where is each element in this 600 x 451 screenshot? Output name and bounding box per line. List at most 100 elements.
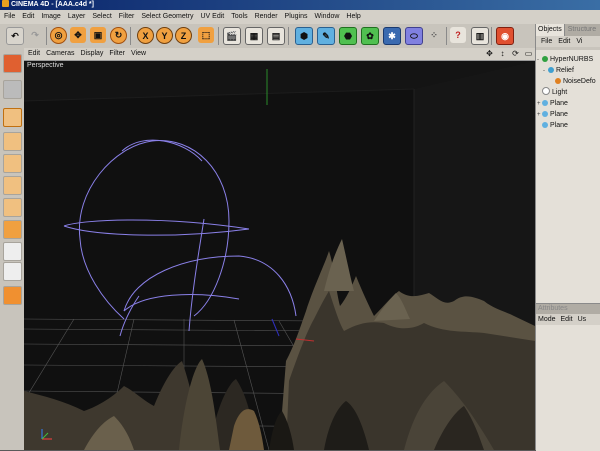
attr-menu-edit[interactable]: Edit bbox=[561, 314, 576, 325]
attr-menu-user[interactable]: Us bbox=[578, 314, 590, 325]
zoom-icon[interactable]: ↕ bbox=[498, 49, 507, 58]
object-name: Plane bbox=[550, 100, 568, 107]
hypernurbs-icon bbox=[542, 56, 548, 62]
menu-tools[interactable]: Tools bbox=[227, 10, 250, 24]
noise-deformer-icon bbox=[555, 78, 561, 84]
vp-menu-view[interactable]: View bbox=[128, 48, 149, 60]
obj-menu-view[interactable]: Vi bbox=[573, 36, 585, 47]
menu-edit[interactable]: Edit bbox=[18, 10, 37, 24]
rotate-icon[interactable]: ↻ bbox=[110, 27, 127, 44]
vp-menu-display[interactable]: Display bbox=[77, 48, 106, 60]
live-selection-icon[interactable]: ◎ bbox=[50, 27, 67, 44]
menu-window[interactable]: Window bbox=[311, 10, 343, 24]
title-bar: CINEMA 4D - [AAA.c4d *] bbox=[0, 0, 600, 10]
vp-menu-edit[interactable]: Edit bbox=[24, 48, 43, 60]
cube-icon[interactable]: ⬢ bbox=[295, 27, 313, 45]
light-icon bbox=[542, 87, 550, 95]
workplane-icon[interactable] bbox=[3, 220, 22, 239]
object-item[interactable]: Light bbox=[536, 87, 600, 98]
redo-icon[interactable]: ↷ bbox=[27, 27, 43, 43]
tab-objects[interactable]: Objects bbox=[536, 24, 565, 36]
render-region-icon[interactable]: ▦ bbox=[245, 27, 263, 45]
object-item[interactable]: + Plane bbox=[536, 98, 600, 109]
tab-attributes[interactable]: Attributes bbox=[536, 304, 600, 314]
left-tool-palette bbox=[0, 48, 25, 450]
object-item[interactable]: - HyperNURBS bbox=[536, 54, 600, 65]
object-name: NoiseDefo bbox=[563, 78, 596, 85]
use-object-icon[interactable] bbox=[3, 80, 22, 99]
obj-menu-file[interactable]: File bbox=[538, 36, 555, 47]
object-name: HyperNURBS bbox=[550, 56, 594, 63]
viewport-label: Perspective bbox=[27, 62, 64, 69]
scene-objects-icon[interactable]: ⁘ bbox=[426, 27, 442, 43]
render-view-icon[interactable]: 🎬 bbox=[223, 27, 241, 45]
menu-image[interactable]: Image bbox=[37, 10, 63, 24]
use-points-icon[interactable] bbox=[3, 108, 22, 127]
menu-layer[interactable]: Layer bbox=[64, 10, 89, 24]
perspective-viewport[interactable]: Perspective bbox=[24, 61, 535, 450]
objects-panel: Objects Structure File Edit Vi - HyperNURBS … bbox=[535, 24, 600, 451]
viewport-scene bbox=[24, 61, 535, 450]
texture-tool-icon[interactable] bbox=[3, 176, 22, 195]
help-icon[interactable]: ? bbox=[450, 27, 466, 43]
grid-snap-icon[interactable] bbox=[3, 262, 22, 281]
object-name: Plane bbox=[550, 111, 568, 118]
axis-y-button[interactable]: Y bbox=[156, 27, 173, 44]
object-name: Plane bbox=[550, 122, 568, 129]
use-edges-icon[interactable] bbox=[3, 132, 22, 151]
menu-help[interactable]: Help bbox=[342, 10, 363, 24]
objects-tabs: Objects Structure bbox=[536, 24, 600, 36]
object-tree: - HyperNURBS - Relief NoiseDefo Light + Pla… bbox=[536, 50, 600, 328]
object-item[interactable]: + Plane bbox=[536, 109, 600, 120]
pan-icon[interactable]: ✥ bbox=[485, 49, 494, 58]
attr-menu-mode[interactable]: Mode bbox=[538, 314, 559, 325]
coordinate-system-icon[interactable]: ⬚ bbox=[198, 27, 214, 43]
snap-icon[interactable] bbox=[3, 242, 22, 261]
render-picture-viewer-icon[interactable]: ▤ bbox=[267, 27, 285, 45]
menu-bar: File Edit Image Layer Select Filter Select Geo… bbox=[0, 10, 600, 25]
window-title: CINEMA 4D - [AAA.c4d *] bbox=[11, 1, 94, 8]
render-active-view-icon[interactable]: ◉ bbox=[496, 27, 514, 45]
maximize-view-icon[interactable]: ▭ bbox=[524, 49, 533, 58]
object-item[interactable]: NoiseDefo bbox=[536, 76, 600, 87]
object-name: Light bbox=[552, 89, 568, 96]
scale-icon[interactable]: ▣ bbox=[90, 27, 106, 43]
use-polygons-icon[interactable] bbox=[3, 154, 22, 173]
deformer-icon[interactable]: ⬭ bbox=[405, 27, 423, 45]
attributes-panel: Attributes Mode Edit Us bbox=[536, 303, 600, 451]
axis-tool-icon[interactable] bbox=[3, 198, 22, 217]
vp-menu-cameras[interactable]: Cameras bbox=[43, 48, 77, 60]
viewport-menu: Edit Cameras Display Filter View ✥ ↕ ⟳ ▭ bbox=[24, 48, 535, 61]
menu-render[interactable]: Render bbox=[251, 10, 281, 24]
plane-icon bbox=[542, 100, 548, 106]
object-item[interactable]: Plane bbox=[536, 120, 600, 131]
axis-x-button[interactable]: X bbox=[137, 27, 154, 44]
menu-uv-edit[interactable]: UV Edit bbox=[197, 10, 228, 24]
plane-icon bbox=[542, 122, 548, 128]
tab-structure[interactable]: Structure bbox=[566, 24, 598, 36]
spline-pen-icon[interactable]: ✎ bbox=[317, 27, 335, 45]
plane-icon bbox=[542, 111, 548, 117]
axis-z-button[interactable]: Z bbox=[175, 27, 192, 44]
objects-menu: File Edit Vi bbox=[536, 36, 600, 47]
render-settings-icon[interactable]: ▥ bbox=[471, 27, 489, 45]
menu-filter[interactable]: Filter bbox=[115, 10, 138, 24]
nurbs-icon[interactable]: ⬣ bbox=[339, 27, 357, 45]
menu-plugins[interactable]: Plugins bbox=[281, 10, 311, 24]
move-icon[interactable]: ✥ bbox=[70, 27, 86, 43]
object-item[interactable]: - Relief bbox=[536, 65, 600, 76]
menu-select-geometry[interactable]: Select Geometry bbox=[137, 10, 196, 24]
menu-select[interactable]: Select bbox=[88, 10, 114, 24]
relief-icon bbox=[548, 67, 554, 73]
menu-file[interactable]: File bbox=[0, 10, 18, 24]
array-icon[interactable]: ✿ bbox=[361, 27, 379, 45]
use-model-icon[interactable] bbox=[3, 54, 22, 73]
particle-emitter-icon[interactable]: ✱ bbox=[383, 27, 401, 45]
paint-tool-icon[interactable] bbox=[3, 286, 22, 305]
obj-menu-edit[interactable]: Edit bbox=[555, 36, 573, 47]
undo-icon[interactable]: ↶ bbox=[6, 27, 24, 45]
vp-menu-filter[interactable]: Filter bbox=[106, 48, 128, 60]
orbit-icon[interactable]: ⟳ bbox=[511, 49, 520, 58]
object-name: Relief bbox=[556, 67, 574, 74]
viewport-nav-icons: ✥ ↕ ⟳ ▭ bbox=[481, 49, 533, 61]
